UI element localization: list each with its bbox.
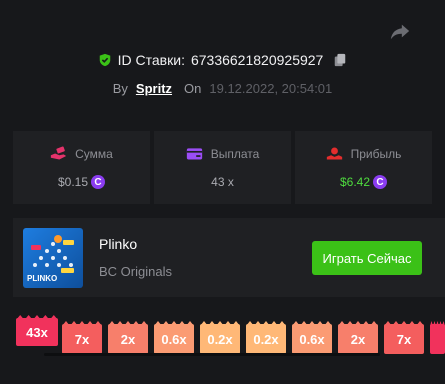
multiplier-bucket: 2x: [338, 324, 378, 354]
share-icon[interactable]: [389, 20, 411, 42]
multiplier-bucket: 7x: [62, 324, 102, 354]
plinko-logo-icon: PLINKO: [27, 235, 74, 283]
card-icon: [186, 148, 202, 160]
coin-icon: C: [91, 175, 106, 189]
multiplier-bucket: 2x: [108, 324, 148, 354]
bet-id-value: 67336621820925927: [190, 52, 324, 68]
bet-author-row: By Spritz On 19.12.2022, 20:54:01: [0, 78, 445, 98]
money-hand-icon: [50, 146, 67, 160]
stat-payout-label: Выплата: [210, 146, 260, 161]
game-provider: BC Originals: [99, 264, 172, 279]
scroll-track[interactable]: [44, 353, 380, 356]
stat-amount: Сумма $0.15 C: [13, 131, 150, 204]
multiplier-bucket-partial: [430, 324, 445, 354]
bet-id-row: ID Ставки: 67336621820925927: [0, 50, 445, 70]
stat-payout: Выплата 43 x: [154, 131, 291, 204]
on-label: On: [184, 80, 202, 96]
stat-profit-value: $6.42: [339, 175, 371, 189]
stat-payout-value: 43 x: [211, 175, 234, 189]
multiplier-bucket-active: 43x: [16, 318, 58, 346]
stat-amount-label: Сумма: [75, 146, 113, 161]
profit-person-icon: [326, 147, 342, 160]
copy-icon[interactable]: [333, 53, 347, 67]
play-now-button[interactable]: Играть Сейчас: [312, 241, 422, 275]
username-link[interactable]: Spritz: [136, 81, 172, 96]
multiplier-bucket: 7x: [384, 324, 424, 354]
multiplier-bucket: 0.6x: [292, 324, 332, 354]
verified-shield-icon: [99, 53, 110, 67]
game-card: PLINKO Plinko BC Originals Играть Сейчас: [13, 218, 445, 297]
multiplier-bucket: 0.2x: [246, 324, 286, 354]
plinko-logo-text: PLINKO: [27, 274, 57, 283]
bet-id-label: ID Ставки:: [117, 52, 185, 68]
stat-amount-value: $0.15: [57, 175, 89, 189]
by-label: By: [112, 80, 128, 96]
coin-icon: C: [373, 175, 388, 189]
bet-date: 19.12.2022, 20:54:01: [209, 80, 333, 96]
stat-profit: Прибыль $6.42 C: [295, 131, 432, 204]
game-thumbnail[interactable]: PLINKO: [23, 228, 83, 288]
stat-profit-label: Прибыль: [350, 146, 402, 161]
bet-stats: Сумма $0.15 C Выплата 43 x Прибыль $6.42…: [13, 131, 445, 204]
multiplier-bucket: 0.6x: [154, 324, 194, 354]
multiplier-bucket: 0.2x: [200, 324, 240, 354]
game-title[interactable]: Plinko: [99, 236, 137, 252]
multiplier-buckets: 43x 7x 2x 0.6x 0.2x 0.2x 0.6x 2x 7x: [0, 310, 445, 384]
